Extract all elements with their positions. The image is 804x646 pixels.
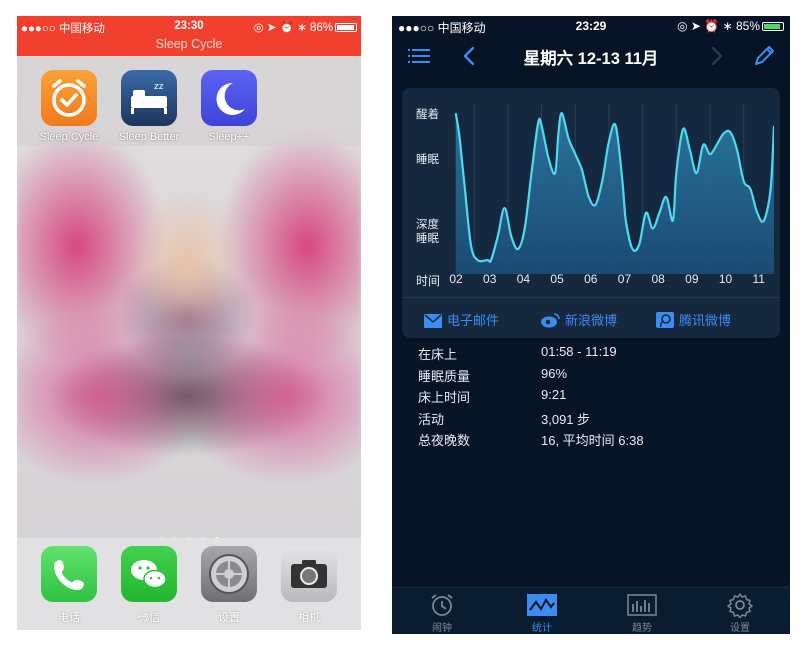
tab-alarm[interactable]: 闹钟 bbox=[412, 592, 472, 634]
trend-bars-icon bbox=[612, 592, 672, 618]
right-phone-sleep-stats: ●●●○○ 中国移动 23:29 ◎ ➤ ⏰ ∗ 85% 星期六 12-13 1… bbox=[392, 16, 790, 634]
dock-app-settings[interactable]: 设置 bbox=[189, 546, 269, 625]
moon-icon bbox=[201, 70, 257, 126]
share-label: 新浪微博 bbox=[565, 313, 618, 328]
app-label: Sleep Better bbox=[118, 131, 180, 143]
status-right: ◎ ➤ ⏰ ∗ 85% bbox=[677, 19, 784, 33]
tab-label: 设置 bbox=[730, 623, 750, 634]
battery-icon bbox=[762, 22, 784, 31]
tab-trends[interactable]: 趋势 bbox=[612, 592, 672, 634]
stat-value: 96% bbox=[541, 365, 568, 381]
stat-row-in-bed: 在床上 01:58 - 11:19 bbox=[418, 344, 778, 366]
stats-list: 在床上 01:58 - 11:19 睡眠质量 96% 床上时间 9:21 活动 3,09… bbox=[418, 344, 778, 452]
tab-label: 趋势 bbox=[632, 623, 652, 634]
wechat-icon bbox=[121, 546, 177, 602]
tab-label: 统计 bbox=[532, 623, 552, 634]
return-to-app-banner[interactable]: Sleep Cycle bbox=[17, 37, 361, 51]
app-label: 微信 bbox=[138, 612, 160, 624]
sleep-cycle-alarm-icon bbox=[41, 70, 97, 126]
next-day-button[interactable] bbox=[702, 42, 730, 70]
x-tick-label: 11 bbox=[752, 272, 765, 286]
status-bar: ●●●○○ 中国移动 23:30 ◎ ➤ ⏰ ∗ 86% Sleep Cycle bbox=[17, 16, 361, 56]
y-label-awake: 醒着 bbox=[416, 109, 439, 121]
phone-icon bbox=[41, 546, 97, 602]
x-tick-label: 06 bbox=[584, 272, 598, 286]
x-axis: 时间 02 03 04 05 06 07 08 09 10 11 bbox=[402, 272, 780, 288]
sleep-graph-card: 醒着 睡眠 深度 睡眠 时间 02 03 04 05 06 07 08 09 10 11 电子邮件… bbox=[402, 88, 780, 338]
dock-app-phone[interactable]: 电话 bbox=[29, 546, 109, 625]
stat-key: 在床上 bbox=[418, 347, 458, 362]
mail-icon bbox=[424, 314, 442, 331]
stat-row-total-nights: 总夜晚数 16, 平均时间 6:38 bbox=[418, 430, 778, 452]
gear-icon bbox=[710, 592, 770, 618]
bed-icon: zz bbox=[121, 70, 177, 126]
x-tick-label: 02 bbox=[449, 272, 463, 286]
nav-bar: 星期六 12-13 11月 bbox=[392, 38, 790, 74]
x-tick-label: 08 bbox=[651, 272, 665, 286]
alarm-clock-icon bbox=[412, 592, 472, 618]
battery-percent: 85% bbox=[735, 19, 760, 33]
app-label: 设置 bbox=[218, 612, 240, 624]
share-tencent-weibo-button[interactable]: 腾讯微博 bbox=[656, 310, 731, 331]
stat-key: 床上时间 bbox=[418, 390, 471, 405]
stats-graph-icon bbox=[512, 592, 572, 618]
dock-app-camera[interactable]: 相机 bbox=[269, 546, 349, 625]
x-tick-label: 05 bbox=[550, 272, 564, 286]
stat-key: 活动 bbox=[418, 411, 445, 427]
status-icons: ◎ ➤ ⏰ ∗ bbox=[253, 22, 310, 34]
battery-icon bbox=[335, 23, 357, 32]
share-label: 电子邮件 bbox=[447, 313, 500, 328]
tab-stats[interactable]: 统计 bbox=[512, 592, 572, 634]
tab-label: 闹钟 bbox=[432, 623, 452, 634]
stat-row-sleep-quality: 睡眠质量 96% bbox=[418, 366, 778, 388]
divider bbox=[402, 297, 780, 298]
stat-key: 总夜晚数 bbox=[418, 433, 471, 448]
stat-value: 3,091 步 bbox=[541, 411, 591, 427]
status-bar: ●●●○○ 中国移动 23:29 ◎ ➤ ⏰ ∗ 85% bbox=[398, 19, 784, 35]
edit-pencil-icon[interactable] bbox=[750, 42, 778, 70]
x-tick-label: 10 bbox=[718, 272, 733, 286]
x-tick-label: 09 bbox=[685, 272, 699, 286]
app-label: 相机 bbox=[298, 612, 320, 624]
tab-settings[interactable]: 设置 bbox=[710, 592, 770, 634]
app-label: Sleep++ bbox=[208, 131, 250, 143]
app-label: 电话 bbox=[58, 612, 80, 624]
tencent-weibo-icon bbox=[656, 312, 674, 331]
x-tick-label: 03 bbox=[483, 272, 497, 286]
stat-value: 01:58 - 11:19 bbox=[541, 344, 617, 359]
stat-row-activity: 活动 3,091 步 bbox=[418, 409, 778, 431]
left-phone-home-screen: ●●●○○ 中国移动 23:30 ◎ ➤ ⏰ ∗ 86% Sleep Cycle… bbox=[17, 16, 361, 630]
sleep-graph[interactable] bbox=[454, 104, 774, 274]
share-label: 腾讯微博 bbox=[679, 313, 732, 328]
x-tick-label: 07 bbox=[617, 272, 632, 286]
dock-app-wechat[interactable]: 微信 bbox=[109, 546, 189, 625]
tab-bar: 闹钟 统计 趋势 设置 bbox=[392, 587, 790, 634]
app-sleep-cycle[interactable]: Sleep Cycle bbox=[29, 70, 109, 143]
settings-gear-icon bbox=[201, 546, 257, 602]
stat-row-time-in-bed: 床上时间 9:21 bbox=[418, 387, 778, 409]
y-label-sleep: 睡眠 bbox=[416, 154, 439, 166]
stat-key: 睡眠质量 bbox=[418, 368, 471, 384]
stat-value: 9:21 bbox=[541, 387, 567, 402]
status-right: ◎ ➤ ⏰ ∗ 86% bbox=[254, 20, 357, 34]
share-weibo-button[interactable]: 新浪微博 bbox=[540, 310, 617, 331]
share-email-button[interactable]: 电子邮件 bbox=[424, 310, 499, 331]
battery-percent: 86% bbox=[309, 22, 333, 34]
date-title: 星期六 12-13 11月 bbox=[523, 50, 659, 68]
stat-value: 16, 平均时间 6:38 bbox=[541, 433, 644, 448]
app-label: Sleep Cycle bbox=[39, 131, 99, 143]
x-tick-label: 04 bbox=[516, 272, 531, 286]
y-label-deep-sleep: 深度 睡眠 bbox=[416, 219, 439, 245]
status-icons: ◎ ➤ ⏰ ∗ bbox=[677, 19, 736, 33]
weibo-icon bbox=[540, 312, 560, 331]
camera-icon bbox=[281, 546, 337, 602]
app-sleep-better[interactable]: zz Sleep Better bbox=[109, 70, 189, 143]
app-sleep-plus-plus[interactable]: Sleep++ bbox=[189, 70, 269, 143]
dock: 电话 微信 设置 相机 bbox=[17, 538, 361, 630]
svg-text:zz: zz bbox=[154, 82, 164, 92]
x-axis-label: 时间 bbox=[416, 274, 441, 288]
